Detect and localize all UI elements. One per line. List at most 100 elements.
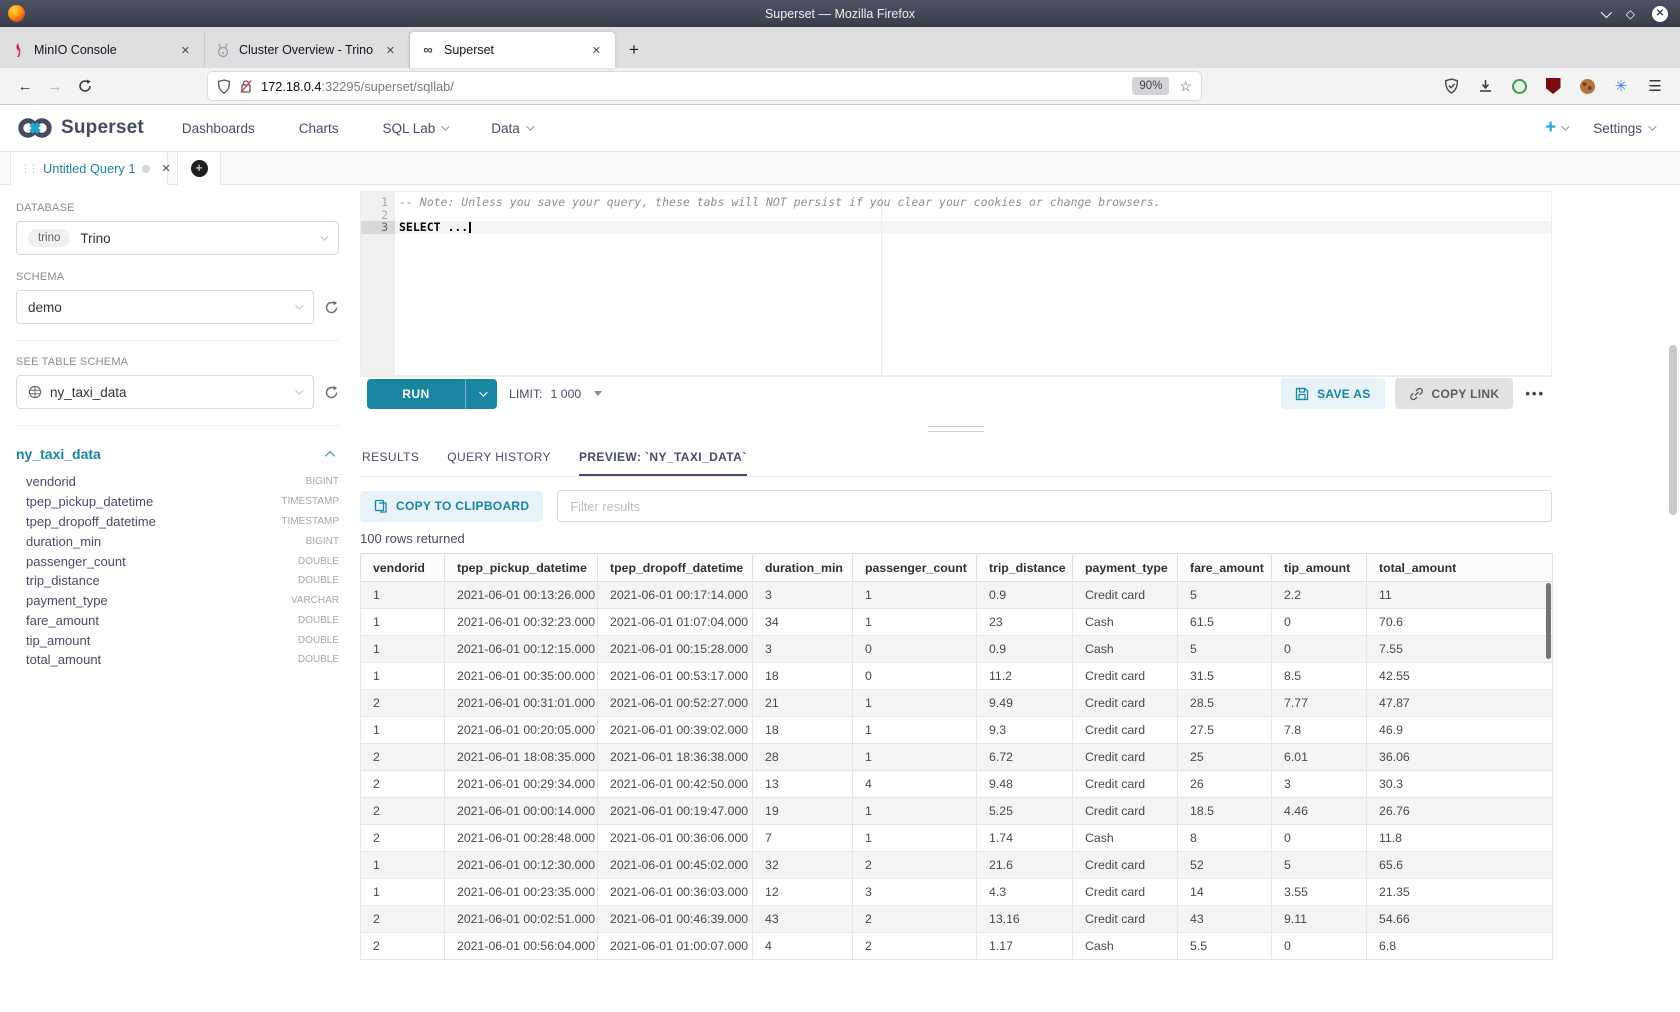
browser-tab-trino[interactable]: Cluster Overview - Trino ✕ [205, 32, 410, 68]
schema-column-row[interactable]: payment_typeVARCHAR [16, 591, 339, 611]
splitter-handle-icon[interactable] [928, 426, 984, 436]
shield-icon[interactable] [217, 79, 231, 94]
table-name-heading[interactable]: ny_taxi_data [16, 446, 101, 462]
nav-charts[interactable]: Charts [299, 121, 339, 136]
url-bar[interactable]: 172.18.0.4:32295/superset/sqllab/ 90% ☆ [208, 72, 1201, 100]
table-row[interactable]: 12021-06-01 00:13:26.0002021-06-01 00:17… [361, 582, 1553, 609]
refresh-schema-icon[interactable] [324, 300, 339, 315]
query-tab-close-icon[interactable]: ✕ [161, 162, 170, 175]
copy-link-button[interactable]: COPY LINK [1395, 378, 1514, 409]
schema-column-row[interactable]: trip_distanceDOUBLE [16, 571, 339, 591]
column-header[interactable]: fare_amount [1178, 554, 1272, 582]
run-options-caret[interactable] [465, 379, 497, 409]
tab-close-icon[interactable]: ✕ [177, 42, 194, 59]
url-text[interactable]: 172.18.0.4:32295/superset/sqllab/ [261, 79, 454, 94]
new-tab-button[interactable]: + [619, 32, 649, 68]
table-row[interactable]: 12021-06-01 00:35:00.0002021-06-01 00:53… [361, 663, 1553, 690]
ublock-icon[interactable] [1544, 77, 1562, 95]
zoom-level-badge[interactable]: 90% [1132, 77, 1169, 95]
table-row[interactable]: 22021-06-01 18:08:35.0002021-06-01 18:36… [361, 744, 1553, 771]
protections-shield-icon[interactable] [1442, 77, 1460, 95]
refresh-table-icon[interactable] [324, 385, 339, 400]
tab-close-icon[interactable]: ✕ [588, 42, 605, 59]
bookmark-star-icon[interactable]: ☆ [1179, 78, 1192, 95]
more-options-icon[interactable]: ••• [1525, 386, 1545, 401]
schema-select[interactable]: demo [16, 290, 314, 324]
table-cell: 4 [853, 771, 977, 798]
save-as-button[interactable]: SAVE AS [1281, 378, 1384, 409]
window-close-icon[interactable]: ✕ [1652, 6, 1668, 22]
schema-column-row[interactable]: total_amountDOUBLE [16, 650, 339, 670]
table-row[interactable]: 22021-06-01 00:02:51.0002021-06-01 00:46… [361, 906, 1553, 933]
cookie-icon[interactable] [1578, 77, 1596, 95]
column-header[interactable]: tpep_pickup_datetime [445, 554, 598, 582]
run-button-label[interactable]: RUN [367, 379, 465, 409]
run-button[interactable]: RUN [367, 379, 497, 409]
table-schema-select[interactable]: ny_taxi_data [16, 375, 314, 409]
results-table: vendoridtpep_pickup_datetimetpep_dropoff… [360, 553, 1553, 960]
table-row[interactable]: 22021-06-01 00:31:01.0002021-06-01 00:52… [361, 690, 1553, 717]
schema-column-row[interactable]: tip_amountDOUBLE [16, 630, 339, 650]
table-row[interactable]: 22021-06-01 00:28:48.0002021-06-01 00:36… [361, 825, 1553, 852]
tab-close-icon[interactable]: ✕ [382, 42, 399, 59]
table-row[interactable]: 22021-06-01 00:00:14.0002021-06-01 00:19… [361, 798, 1553, 825]
nav-sql-lab[interactable]: SQL Lab [382, 121, 447, 136]
column-header[interactable]: trip_distance [977, 554, 1073, 582]
drag-grip-icon[interactable]: ⋮⋮ [20, 162, 36, 175]
table-scrollbar-thumb[interactable] [1546, 583, 1551, 659]
tab-preview[interactable]: PREVIEW: `NY_TAXI_DATA` [579, 450, 747, 476]
table-row[interactable]: 12021-06-01 00:20:05.0002021-06-01 00:39… [361, 717, 1553, 744]
column-header[interactable]: tpep_dropoff_datetime [598, 554, 753, 582]
table-row[interactable]: 12021-06-01 00:32:23.0002021-06-01 01:07… [361, 609, 1553, 636]
column-header[interactable]: vendorid [361, 554, 445, 582]
hamburger-menu-icon[interactable]: ☰ [1646, 77, 1664, 95]
window-maximize-icon[interactable]: ◇ [1626, 8, 1635, 20]
table-row[interactable]: 12021-06-01 00:23:35.0002021-06-01 00:36… [361, 879, 1553, 906]
table-row[interactable]: 12021-06-01 00:12:15.0002021-06-01 00:15… [361, 636, 1553, 663]
schema-column-row[interactable]: tpep_dropoff_datetimeTIMESTAMP [16, 512, 339, 532]
window-minimize-icon[interactable] [1601, 6, 1612, 17]
browser-tab-minio[interactable]: MinIO Console ✕ [0, 32, 205, 68]
tab-query-history[interactable]: QUERY HISTORY [447, 450, 551, 476]
tab-results[interactable]: RESULTS [362, 450, 419, 476]
nav-data[interactable]: Data [491, 121, 532, 136]
copy-to-clipboard-button[interactable]: COPY TO CLIPBOARD [360, 491, 543, 522]
table-row[interactable]: 12021-06-01 00:12:30.0002021-06-01 00:45… [361, 852, 1553, 879]
back-icon[interactable]: ← [10, 72, 40, 100]
downloads-icon[interactable] [1476, 77, 1494, 95]
filter-results-input[interactable] [557, 490, 1552, 522]
reload-icon[interactable] [70, 72, 100, 100]
query-tab-active[interactable]: ⋮⋮ Untitled Query 1 ✕ [10, 152, 168, 185]
extension-green-icon[interactable] [1510, 77, 1528, 95]
forward-icon[interactable]: → [40, 72, 70, 100]
limit-control[interactable]: LIMIT: 1 000 [509, 387, 602, 401]
column-header[interactable]: payment_type [1073, 554, 1178, 582]
code-area[interactable]: -- Note: Unless you save your query, the… [395, 192, 1551, 375]
column-header[interactable]: tip_amount [1272, 554, 1367, 582]
new-item-button[interactable]: + [1545, 117, 1567, 139]
schema-column-row[interactable]: tpep_pickup_datetimeTIMESTAMP [16, 492, 339, 512]
settings-menu[interactable]: Settings [1593, 121, 1654, 136]
database-select[interactable]: trino Trino [16, 221, 339, 255]
table-cell: 6.01 [1272, 744, 1367, 771]
collapse-chevron-icon[interactable] [325, 450, 335, 460]
containers-icon[interactable]: ✳ [1612, 77, 1630, 95]
column-name: tpep_dropoff_datetime [26, 514, 156, 529]
add-query-tab-button[interactable]: + [177, 152, 221, 185]
nav-dashboards[interactable]: Dashboards [182, 121, 255, 136]
table-row[interactable]: 22021-06-01 00:29:34.0002021-06-01 00:42… [361, 771, 1553, 798]
schema-column-row[interactable]: duration_minBIGINT [16, 531, 339, 551]
schema-column-row[interactable]: fare_amountDOUBLE [16, 610, 339, 630]
column-header[interactable]: passenger_count [853, 554, 977, 582]
sql-editor[interactable]: 1 2 3 -- Note: Unless you save your quer… [360, 191, 1552, 376]
lock-disabled-icon[interactable] [239, 79, 253, 94]
schema-column-row[interactable]: vendoridBIGINT [16, 472, 339, 492]
brand-name[interactable]: Superset [61, 117, 144, 139]
table-row[interactable]: 22021-06-01 00:56:04.0002021-06-01 01:00… [361, 933, 1553, 960]
column-header[interactable]: duration_min [753, 554, 853, 582]
column-header[interactable]: total_amount [1367, 554, 1553, 582]
pane-splitter[interactable] [360, 410, 1552, 450]
browser-tab-superset[interactable]: ∞ Superset ✕ [410, 32, 615, 68]
schema-column-row[interactable]: passenger_countDOUBLE [16, 551, 339, 571]
page-scrollbar-thumb[interactable] [1669, 345, 1677, 515]
